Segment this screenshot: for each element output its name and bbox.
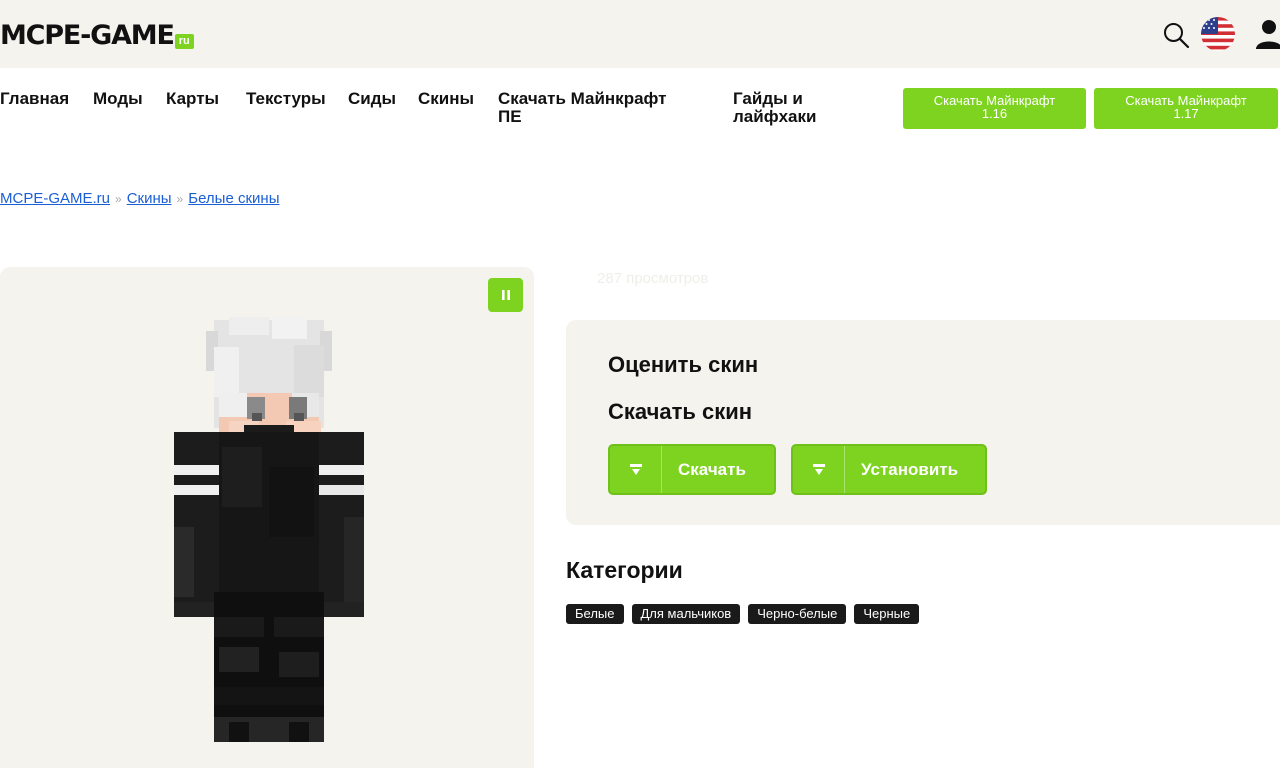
install-skin-button[interactable]: Установить xyxy=(791,444,987,495)
rate-download-panel: Оценить скин Скачать скин Скачать Устано… xyxy=(566,320,1280,525)
breadcrumb-skins-link[interactable]: Скины xyxy=(127,190,172,207)
download-minecraft-117-button[interactable]: Скачать Майнкрафт 1.17 xyxy=(1094,88,1278,129)
download-icon xyxy=(629,463,642,475)
nav-item-textures[interactable]: Текстуры xyxy=(246,90,326,108)
nav-item-download-pe-line2: ПЕ xyxy=(498,107,522,126)
nav-item-seeds[interactable]: Сиды xyxy=(348,90,396,108)
pause-icon xyxy=(501,290,510,300)
category-tag-for-boys[interactable]: Для мальчиков xyxy=(631,604,741,624)
install-skin-label: Установить xyxy=(861,459,959,479)
breadcrumb: MCPE-GAME.ru » Скины » Белые скины xyxy=(0,190,279,207)
breadcrumb-separator: » xyxy=(115,192,122,206)
user-icon[interactable] xyxy=(1254,18,1280,50)
rate-skin-title: Оценить скин xyxy=(608,352,759,377)
search-icon[interactable] xyxy=(1162,21,1190,49)
nav-item-skins[interactable]: Скины xyxy=(418,90,474,108)
skin-model[interactable] xyxy=(174,317,364,747)
nav-item-home[interactable]: Главная xyxy=(0,90,69,108)
category-tags: Белые Для мальчиков Черно-белые Черные xyxy=(566,604,920,624)
nav-item-mods[interactable]: Моды xyxy=(93,90,143,108)
nav-item-download-pe-line1: Скачать Майнкрафт xyxy=(498,89,667,108)
logo-suffix: ru xyxy=(174,34,194,49)
skin-preview-panel[interactable] xyxy=(0,267,534,768)
category-tag-white[interactable]: Белые xyxy=(566,604,624,624)
install-icon-wrap xyxy=(793,446,845,493)
download-skin-label: Скачать xyxy=(678,459,746,479)
nav-item-maps[interactable]: Карты xyxy=(166,90,219,108)
breadcrumb-home-link[interactable]: MCPE-GAME.ru xyxy=(0,190,110,207)
logo-text: MCPE-GAME xyxy=(0,20,175,51)
nav-item-guides-line2: лайфхаки xyxy=(733,107,817,126)
download-skin-button[interactable]: Скачать xyxy=(608,444,776,495)
button-line2: 1.17 xyxy=(1173,106,1199,121)
category-tag-black[interactable]: Черные xyxy=(854,604,920,624)
header-bar: MCPE-GAME ru xyxy=(0,0,1280,68)
download-icon-wrap xyxy=(610,446,662,493)
nav-item-download-pe[interactable]: Скачать Майнкрафт ПЕ xyxy=(498,90,667,126)
nav-item-guides[interactable]: Гайды и лайфхаки xyxy=(733,90,816,126)
categories-title: Категории xyxy=(566,557,683,583)
download-minecraft-116-button[interactable]: Скачать Майнкрафт 1.16 xyxy=(903,88,1086,129)
download-icon xyxy=(812,463,825,475)
breadcrumb-separator: » xyxy=(176,192,184,206)
download-skin-title: Скачать скин xyxy=(608,399,753,424)
category-tag-black-white[interactable]: Черно-белые xyxy=(748,604,847,624)
breadcrumb-white-skins-link[interactable]: Белые скины xyxy=(188,190,279,207)
button-line2: 1.16 xyxy=(981,106,1008,121)
nav-item-guides-line1: Гайды и xyxy=(733,89,803,108)
site-logo[interactable]: MCPE-GAME ru xyxy=(0,19,194,51)
us-flag-icon[interactable] xyxy=(1200,16,1236,52)
pause-button[interactable] xyxy=(488,278,523,312)
view-count: 287 просмотров xyxy=(597,270,709,287)
